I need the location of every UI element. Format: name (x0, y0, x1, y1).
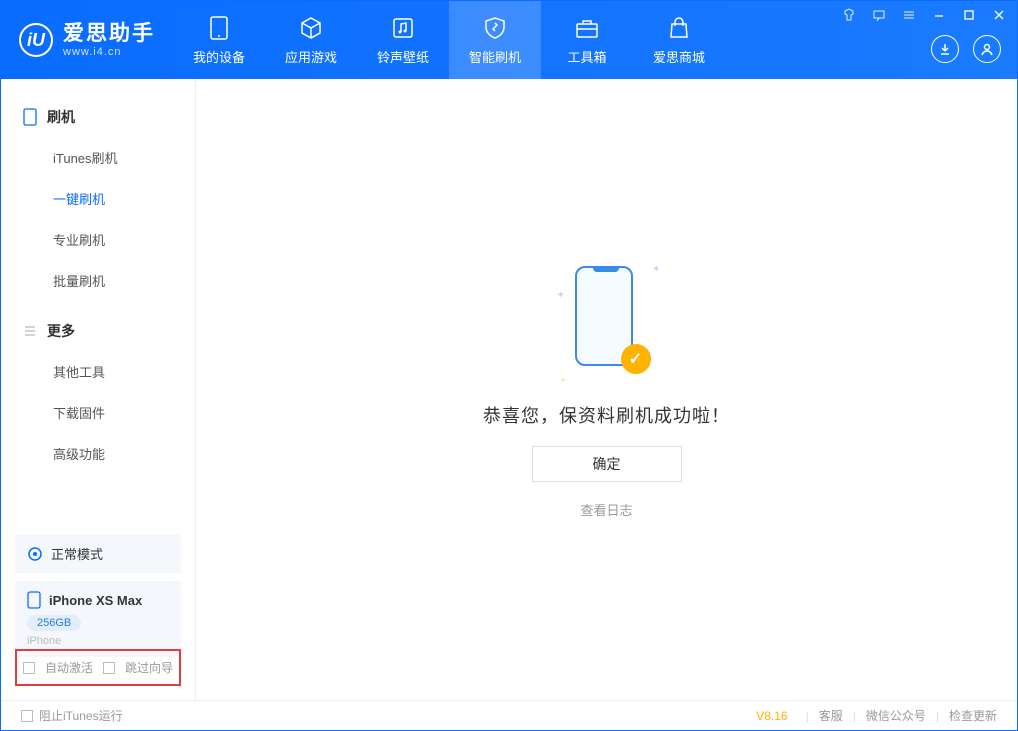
sidebar-item-pro-flash[interactable]: 专业刷机 (1, 219, 195, 260)
logo-area: iU 爱思助手 www.i4.cn (1, 22, 173, 57)
mode-icon (27, 546, 43, 562)
success-illustration: ✦ ✦ ✦ ✓ (557, 260, 657, 384)
tab-apps[interactable]: 应用游戏 (265, 1, 357, 79)
ok-button[interactable]: 确定 (532, 446, 682, 482)
skin-button[interactable] (839, 5, 859, 25)
nav-tabs: 我的设备 应用游戏 铃声壁纸 智能刷机 工具箱 爱思商城 (173, 1, 725, 79)
cube-icon (298, 15, 324, 41)
device-type: iPhone (27, 635, 169, 647)
checkbox-auto-activate[interactable] (23, 662, 35, 674)
device-icon (27, 591, 41, 609)
mode-label: 正常模式 (51, 544, 103, 563)
device-card[interactable]: iPhone XS Max 256GB iPhone (15, 581, 181, 657)
bag-icon (666, 15, 692, 41)
phone-icon (206, 15, 232, 41)
sidebar-item-batch-flash[interactable]: 批量刷机 (1, 260, 195, 301)
stop-itunes-label: 阻止iTunes运行 (39, 707, 123, 724)
download-button[interactable] (931, 35, 959, 63)
shield-icon (482, 15, 508, 41)
close-button[interactable] (989, 5, 1009, 25)
sidebar-item-download-firmware[interactable]: 下载固件 (1, 392, 195, 433)
checkbox-skip-guide[interactable] (103, 662, 115, 674)
tab-ringtones[interactable]: 铃声壁纸 (357, 1, 449, 79)
menu-button[interactable] (899, 5, 919, 25)
tab-label: 智能刷机 (469, 47, 521, 66)
account-button[interactable] (973, 35, 1001, 63)
sparkle-icon: ✦ (652, 264, 660, 275)
tab-store[interactable]: 爱思商城 (633, 1, 725, 79)
device-name-label: iPhone XS Max (49, 593, 142, 608)
view-log-link[interactable]: 查看日志 (580, 500, 632, 519)
tab-tools[interactable]: 工具箱 (541, 1, 633, 79)
feedback-button[interactable] (869, 5, 889, 25)
sidebar-item-advanced[interactable]: 高级功能 (1, 433, 195, 474)
maximize-button[interactable] (959, 5, 979, 25)
app-logo-icon: iU (19, 23, 53, 57)
skip-guide-label: 跳过向导 (125, 659, 173, 676)
sidebar-section-more[interactable]: 更多 (1, 311, 195, 351)
tab-flash[interactable]: 智能刷机 (449, 1, 541, 79)
success-message: 恭喜您，保资料刷机成功啦！ (483, 402, 730, 428)
mode-card[interactable]: 正常模式 (15, 534, 181, 573)
sidebar: 刷机 iTunes刷机 一键刷机 专业刷机 批量刷机 更多 其他工具 下载固件 … (1, 79, 196, 700)
footer-link-update[interactable]: 检查更新 (949, 707, 997, 724)
sparkle-icon: ✦ (561, 377, 566, 384)
list-icon (23, 324, 37, 338)
tab-label: 工具箱 (567, 47, 606, 66)
sparkle-icon: ✦ (557, 290, 565, 301)
minimize-button[interactable] (929, 5, 949, 25)
section-title: 刷机 (47, 107, 75, 127)
footer-link-support[interactable]: 客服 (819, 707, 843, 724)
tab-my-device[interactable]: 我的设备 (173, 1, 265, 79)
tab-label: 爱思商城 (653, 47, 705, 66)
section-title: 更多 (47, 321, 75, 341)
title-bar: iU 爱思助手 www.i4.cn 我的设备 应用游戏 铃声壁纸 智能刷机 工具… (1, 1, 1017, 79)
phone-icon (23, 108, 37, 126)
tab-label: 铃声壁纸 (377, 47, 429, 66)
tab-label: 我的设备 (193, 47, 245, 66)
footer-link-wechat[interactable]: 微信公众号 (866, 707, 926, 724)
highlighted-checkboxes: 自动激活 跳过向导 (15, 649, 181, 686)
checkbox-stop-itunes[interactable] (21, 710, 33, 722)
version-label: V8.16 (756, 709, 787, 723)
check-icon: ✓ (621, 344, 651, 374)
sidebar-item-itunes-flash[interactable]: iTunes刷机 (1, 137, 195, 178)
app-name: 爱思助手 (63, 22, 155, 45)
sidebar-item-other-tools[interactable]: 其他工具 (1, 351, 195, 392)
app-url: www.i4.cn (63, 46, 155, 58)
main-panel: ✦ ✦ ✦ ✓ 恭喜您，保资料刷机成功啦！ 确定 查看日志 (196, 79, 1017, 700)
status-bar: 阻止iTunes运行 V8.16 | 客服 | 微信公众号 | 检查更新 (1, 700, 1017, 730)
sidebar-item-oneclick-flash[interactable]: 一键刷机 (1, 178, 195, 219)
header-right (931, 35, 1001, 63)
tab-label: 应用游戏 (285, 47, 337, 66)
sidebar-section-flash[interactable]: 刷机 (1, 97, 195, 137)
auto-activate-label: 自动激活 (45, 659, 93, 676)
window-controls (839, 5, 1009, 25)
music-icon (390, 15, 416, 41)
device-capacity: 256GB (27, 615, 81, 631)
toolbox-icon (574, 15, 600, 41)
